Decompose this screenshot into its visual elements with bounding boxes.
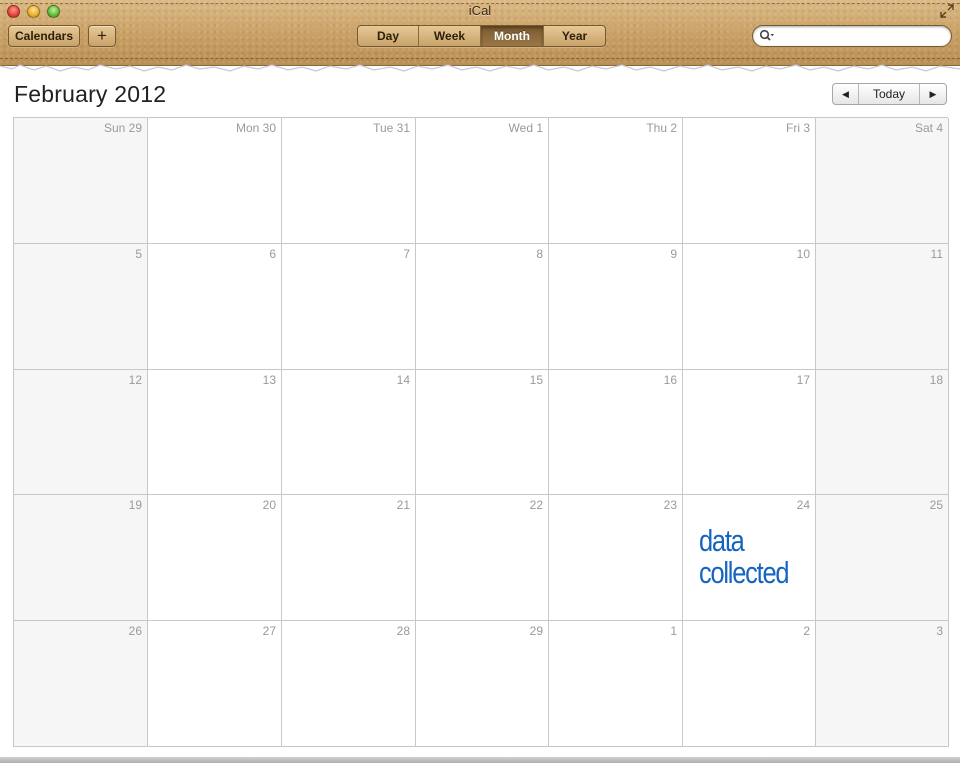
day-cell[interactable]: 15 [416,370,549,495]
day-number: 12 [128,373,142,387]
day-cell[interactable]: Sun 29 [14,118,148,244]
day-cell[interactable]: Wed 1 [416,118,549,244]
day-number: 5 [135,247,142,261]
day-number: 29 [529,624,543,638]
day-cell[interactable]: 28 [282,621,416,747]
day-number: Sat 4 [914,121,943,135]
day-cell[interactable]: 3 [816,621,949,747]
day-cell[interactable]: Tue 31 [282,118,416,244]
window-title: iCal [468,3,492,18]
day-number: 16 [663,373,677,387]
previous-month-button[interactable]: ◀ [833,84,859,104]
day-cell[interactable]: Fri 3 [683,118,816,244]
day-cell[interactable]: 9 [549,244,683,370]
search-field[interactable] [752,25,952,47]
day-cell[interactable]: 21 [282,495,416,621]
day-cell[interactable]: 14 [282,370,416,495]
day-number: 28 [396,624,410,638]
day-cell[interactable]: 1 [549,621,683,747]
day-number: 10 [796,247,810,261]
month-navigation: ◀ Today ▶ [832,83,947,105]
day-number: 25 [929,498,943,512]
day-cell[interactable]: 12 [14,370,148,495]
add-event-button[interactable]: + [88,25,116,47]
fullscreen-icon[interactable] [940,4,954,18]
day-number: 20 [262,498,276,512]
view-week-button[interactable]: Week [419,26,481,46]
day-cell[interactable]: 23 [549,495,683,621]
calendars-button[interactable]: Calendars [8,25,80,47]
month-title: February 2012 [14,81,167,107]
day-number: 6 [269,247,276,261]
annotation-text: data collected [699,523,789,590]
leather-toolbar: iCal Calendars + Day Week Month Year [0,0,960,66]
day-number: 15 [529,373,543,387]
view-segmented-control: Day Week Month Year [357,25,606,47]
day-cell[interactable]: 16 [549,370,683,495]
day-cell[interactable]: 29 [416,621,549,747]
day-cell[interactable]: Thu 2 [549,118,683,244]
day-cell[interactable]: 17 [683,370,816,495]
day-cell[interactable]: 8 [416,244,549,370]
day-number: 11 [930,247,943,261]
day-number: 17 [796,373,810,387]
day-number: 3 [936,624,943,638]
day-number: 18 [929,373,943,387]
day-number: Thu 2 [646,121,677,135]
day-cell[interactable]: 10 [683,244,816,370]
day-cell[interactable]: 5 [14,244,148,370]
day-cell[interactable]: 19 [14,495,148,621]
search-icon[interactable] [759,29,775,43]
day-cell[interactable]: 13 [148,370,282,495]
day-cell-annotated[interactable]: 24 data collected [683,495,816,621]
day-cell[interactable]: 25 [816,495,949,621]
day-cell[interactable]: 18 [816,370,949,495]
day-number: Mon 30 [235,121,276,135]
today-button[interactable]: Today [859,84,920,104]
view-month-button[interactable]: Month [481,26,544,46]
day-number: 26 [128,624,142,638]
day-number: Sun 29 [103,121,142,135]
day-number: 21 [396,498,410,512]
day-number: 22 [529,498,543,512]
view-year-button[interactable]: Year [544,26,605,46]
day-cell[interactable]: 22 [416,495,549,621]
day-number: 7 [403,247,410,261]
day-number: 19 [128,498,142,512]
day-cell[interactable]: 26 [14,621,148,747]
day-number: 13 [262,373,276,387]
stitching-bottom [0,58,960,59]
day-cell[interactable]: 7 [282,244,416,370]
day-cell[interactable]: Mon 30 [148,118,282,244]
day-cell[interactable]: 11 [816,244,949,370]
day-cell[interactable]: 6 [148,244,282,370]
day-cell[interactable]: 2 [683,621,816,747]
day-cell[interactable]: 27 [148,621,282,747]
day-number: 9 [670,247,677,261]
day-number: 2 [803,624,810,638]
day-number: Fri 3 [786,121,810,135]
day-number: 23 [663,498,677,512]
view-day-button[interactable]: Day [358,26,419,46]
day-number: 27 [262,624,276,638]
day-number: 8 [536,247,543,261]
month-grid: Sun 29 Mon 30 Tue 31 Wed 1 Thu 2 Fri 3 S… [13,117,949,747]
day-cell[interactable]: Sat 4 [816,118,949,244]
day-number: 14 [396,373,410,387]
day-number: 24 [796,498,810,512]
next-month-button[interactable]: ▶ [920,84,946,104]
search-input[interactable] [777,28,945,44]
day-cell[interactable]: 20 [148,495,282,621]
day-number: 1 [670,624,677,638]
window-bottom-edge [0,757,960,763]
day-number: Wed 1 [508,121,543,135]
ical-window: iCal Calendars + Day Week Month Year Feb… [0,0,960,763]
day-number: Tue 31 [373,121,410,135]
torn-paper-edge [0,64,960,76]
